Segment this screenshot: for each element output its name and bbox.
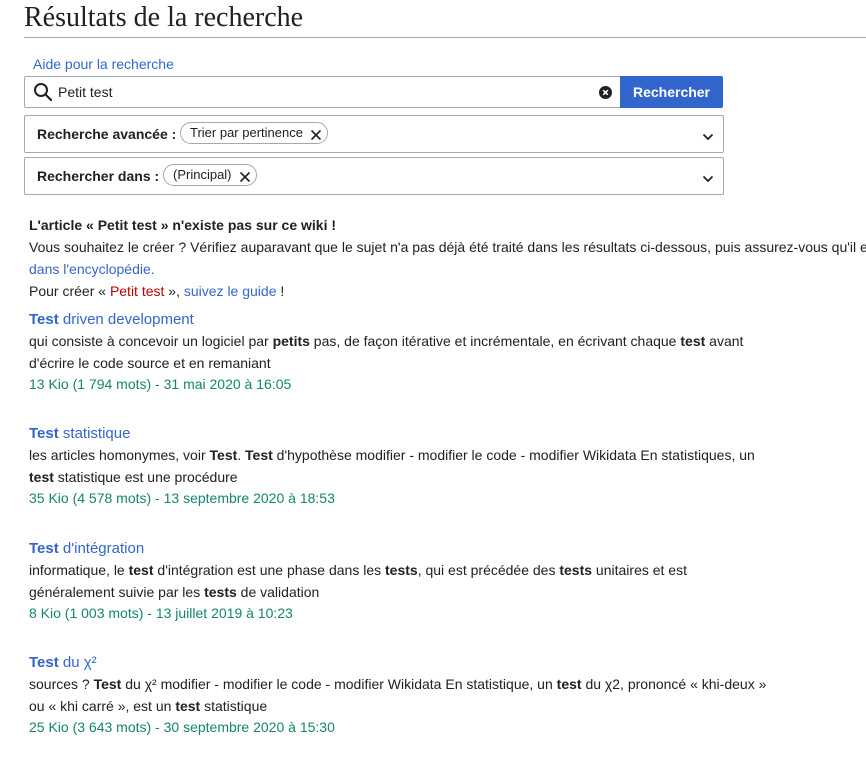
result-meta: 13 Kio (1 794 mots) - 31 mai 2020 à 16:0… (29, 376, 292, 392)
snippet-match: test (556, 676, 582, 692)
result-meta: 35 Kio (4 578 mots) - 13 septembre 2020 … (29, 490, 335, 506)
snippet-match: tests (559, 562, 593, 578)
remove-chip-icon[interactable] (239, 169, 251, 189)
snippet-match: tests (204, 583, 237, 600)
snippet-text: sources ? (29, 676, 94, 692)
snippet-text: . (237, 447, 246, 463)
clear-search-icon[interactable] (599, 86, 612, 99)
article-missing-notice: L'article « Petit test » n'existe pas su… (29, 214, 866, 302)
search-help-link[interactable]: Aide pour la recherche (33, 56, 174, 72)
snippet-text: de validation (236, 583, 320, 600)
snippet-match: test (175, 697, 201, 714)
result-title-bold: Test (29, 311, 59, 328)
snippet-text: du χ² modifier - modifier le code - modi… (121, 676, 557, 692)
sort-chip-label: Trier par pertinence (190, 125, 303, 140)
search-result: Test statistique les articles homonymes,… (29, 423, 789, 510)
create-article-link[interactable]: Petit test (110, 283, 164, 299)
result-title-rest: statistique (58, 425, 131, 442)
snippet-match: test (680, 333, 706, 349)
snippet-match: test (128, 562, 154, 578)
snippet-match: tests (385, 562, 418, 578)
namespace-panel[interactable]: Rechercher dans : (Principal) (24, 157, 724, 195)
create-suffix: ! (276, 283, 285, 299)
result-title-bold: Test (29, 425, 59, 442)
search-result: Test du χ² sources ? Test du χ² modifier… (29, 652, 789, 739)
encyclopedia-link[interactable]: dans l'encyclopédie. (29, 261, 155, 277)
namespace-chip: (Principal) (163, 164, 257, 186)
result-meta: 25 Kio (3 643 mots) - 30 septembre 2020 … (29, 719, 335, 735)
snippet-text: statistique est une procédure (53, 468, 238, 485)
notice-text: Vous souhaitez le créer ? Vérifiez aupar… (29, 239, 866, 255)
result-title-bold: Test (29, 654, 59, 671)
result-meta: 8 Kio (1 003 mots) - 13 juillet 2019 à 1… (29, 605, 293, 621)
advanced-search-label: Recherche avancée : (37, 126, 177, 142)
namespace-chip-label: (Principal) (173, 167, 232, 182)
snippet-text: , qui est précédée des (417, 562, 560, 578)
snippet-text: pas, de façon itérative et incrémentale,… (309, 333, 681, 349)
snippet-text: avant (705, 333, 744, 349)
snippet-text: d'intégration est une phase dans les (153, 562, 386, 578)
result-title-bold: Test (29, 540, 59, 557)
search-icon (33, 82, 53, 107)
chevron-down-icon[interactable] (702, 171, 714, 189)
remove-chip-icon[interactable] (310, 127, 322, 147)
page-title: Résultats de la recherche (24, 0, 866, 38)
guide-link[interactable]: suivez le guide (184, 283, 277, 299)
result-title-rest: d'intégration (58, 540, 145, 557)
snippet-match: Test (93, 676, 122, 692)
create-mid: », (164, 283, 184, 299)
snippet-match: Test (209, 447, 238, 463)
snippet-text: qui consiste à concevoir un logiciel par (29, 333, 273, 349)
create-article-line: Pour créer « Petit test », suivez le gui… (29, 280, 866, 302)
snippet-match: test (29, 468, 54, 485)
snippet-match: Test (245, 447, 273, 463)
search-input[interactable] (58, 81, 578, 103)
snippet-text: d'hypothèse modifier - modifier le code … (272, 447, 755, 463)
result-snippet: sources ? Test du χ² modifier - modifier… (29, 674, 789, 717)
result-title-rest: du χ² (58, 654, 97, 671)
snippet-text: les articles homonymes, voir (29, 447, 210, 463)
result-snippet: les articles homonymes, voir Test. Test … (29, 445, 789, 488)
search-button[interactable]: Rechercher (620, 76, 723, 108)
snippet-text: généralement suivie par les (29, 583, 205, 600)
result-snippet: informatique, le test d'intégration est … (29, 560, 789, 603)
snippet-text: du χ2, prononcé « khi-deux » (581, 676, 767, 692)
result-title-link[interactable]: Test driven development (29, 311, 194, 328)
snippet-text: informatique, le (29, 562, 129, 578)
snippet-text: statistique (200, 697, 268, 714)
snippet-text: unitaires et est (592, 562, 687, 578)
advanced-search-panel[interactable]: Recherche avancée : Trier par pertinence (24, 115, 724, 153)
result-snippet: qui consiste à concevoir un logiciel par… (29, 331, 789, 374)
chevron-down-icon[interactable] (702, 129, 714, 147)
search-bar: Rechercher (24, 76, 723, 108)
search-box (24, 76, 622, 108)
result-title-link[interactable]: Test d'intégration (29, 540, 144, 557)
result-title-link[interactable]: Test du χ² (29, 654, 97, 671)
search-result: Test d'intégration informatique, le test… (29, 538, 789, 625)
search-result: Test driven development qui consiste à c… (29, 309, 789, 396)
namespace-label: Rechercher dans : (37, 168, 160, 184)
snippet-match: petits (272, 333, 310, 349)
snippet-text: d'écrire le code source et en remaniant (29, 354, 271, 371)
snippet-text: ou « khi carré », est un (29, 697, 176, 714)
result-title-link[interactable]: Test statistique (29, 425, 130, 442)
create-prefix: Pour créer « (29, 283, 110, 299)
sort-chip: Trier par pertinence (180, 122, 328, 144)
notice-heading: L'article « Petit test » n'existe pas su… (29, 217, 337, 233)
result-title-rest: driven development (58, 311, 194, 328)
